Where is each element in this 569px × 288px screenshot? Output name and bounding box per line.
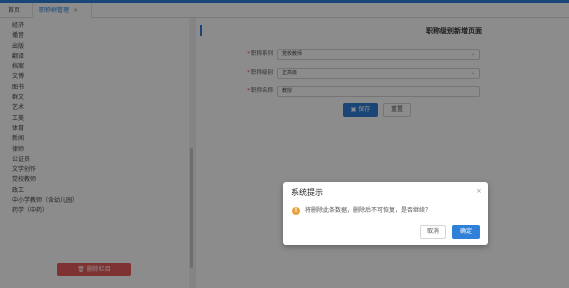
confirm-button[interactable]: 确定 [452,225,480,239]
cancel-button[interactable]: 取消 [420,225,446,239]
warning-icon: ! [292,207,300,215]
dialog-message: 将删除此条数据，删除后不可恢复，是否继续？ [305,207,432,214]
confirm-dialog: 系统提示 × ! 将删除此条数据，删除后不可恢复，是否继续？ 取消 确定 [283,182,488,245]
close-icon[interactable]: × [476,187,482,195]
dialog-title: 系统提示 [291,188,323,197]
